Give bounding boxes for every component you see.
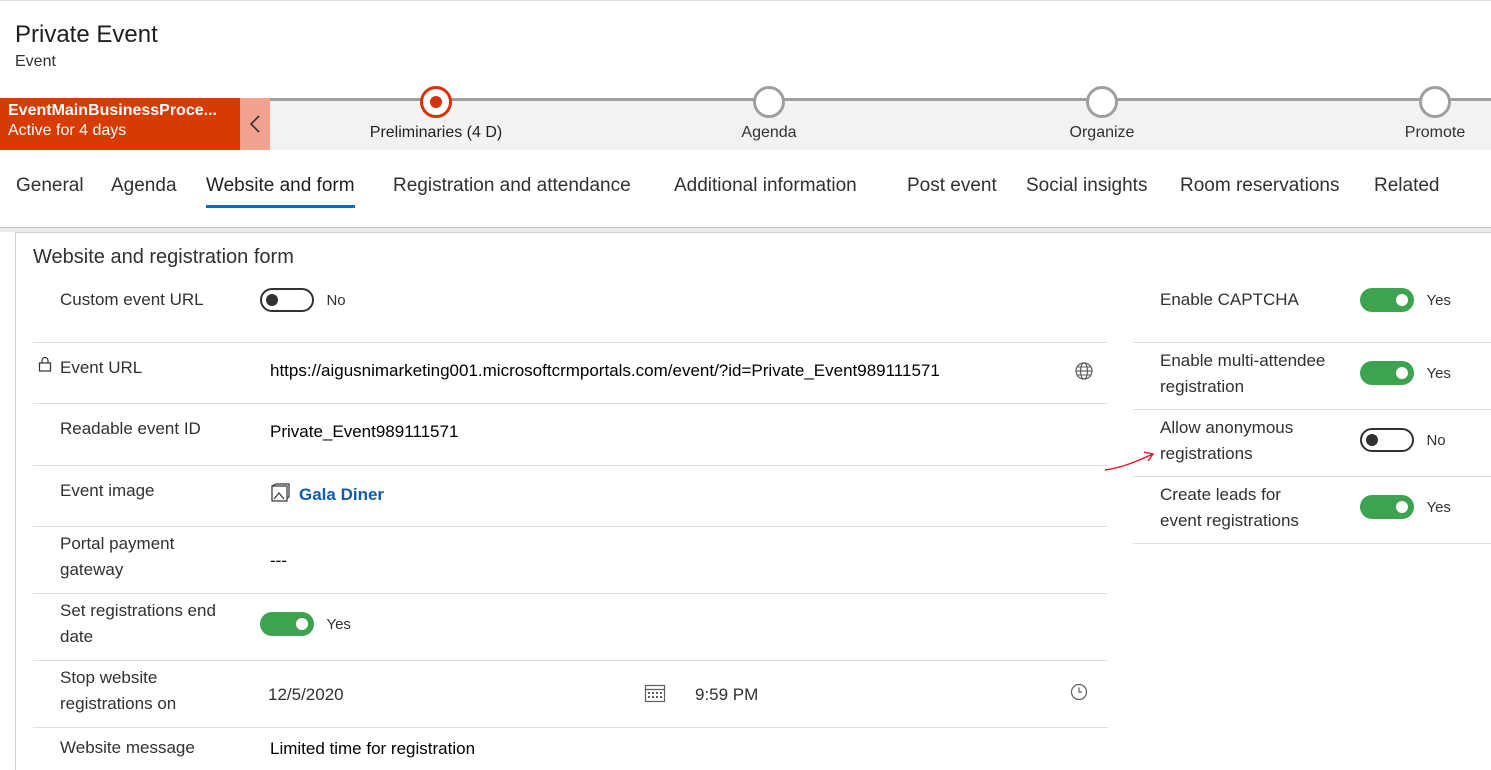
tab-room-reservations[interactable]: Room reservations bbox=[1180, 175, 1339, 205]
record-header: Private Event Event bbox=[0, 0, 1491, 98]
row-stop-website-registrations: Stop website registrations on 12/5/2020 … bbox=[33, 661, 1108, 728]
field-label: Event URL bbox=[60, 358, 143, 377]
toggle-value: Yes bbox=[1426, 364, 1451, 382]
field-label: Set registrations end date bbox=[60, 601, 216, 646]
event-url-value: https://aigusnimarketing001.microsoftcrm… bbox=[270, 361, 940, 380]
tab-related[interactable]: Related bbox=[1374, 175, 1440, 205]
allow-anonymous-toggle[interactable] bbox=[1360, 428, 1414, 452]
enable-captcha-toggle[interactable] bbox=[1360, 288, 1414, 312]
globe-icon[interactable] bbox=[1074, 361, 1094, 386]
create-leads-toggle-wrap: Yes bbox=[1360, 495, 1451, 519]
portal-payment-gateway-value[interactable]: --- bbox=[270, 551, 287, 571]
toggle-value: Yes bbox=[1426, 498, 1451, 516]
row-custom-event-url: Custom event URL No bbox=[33, 278, 1108, 343]
entity-type: Event bbox=[15, 53, 56, 70]
tab-website-and-form[interactable]: Website and form bbox=[206, 175, 355, 208]
lock-icon bbox=[38, 356, 52, 377]
stage-label: Organize bbox=[1069, 124, 1135, 141]
multi-attendee-toggle-wrap: Yes bbox=[1360, 361, 1451, 385]
event-image-link[interactable]: Gala Diner bbox=[299, 485, 384, 505]
row-enable-multi-attendee: Enable multi-attendee registration Yes bbox=[1133, 343, 1491, 410]
row-enable-captcha: Enable CAPTCHA Yes bbox=[1133, 278, 1491, 343]
custom-event-url-toggle[interactable] bbox=[260, 288, 314, 312]
stage-circle-icon bbox=[753, 86, 785, 118]
field-label: Create leads for event registrations bbox=[1160, 485, 1299, 530]
toggle-value: No bbox=[326, 291, 346, 309]
stage-circle-icon bbox=[1419, 86, 1451, 118]
page-title: Private Event bbox=[15, 21, 158, 48]
row-event-image: Event image Gala Diner bbox=[33, 466, 1108, 527]
image-icon bbox=[270, 483, 290, 508]
field-label: Custom event URL bbox=[60, 290, 204, 309]
readable-event-id-value: Private_Event989111571 bbox=[270, 422, 459, 441]
stage-label: Agenda bbox=[741, 124, 797, 141]
field-label: Readable event ID bbox=[60, 419, 201, 438]
stage-preliminaries[interactable]: Preliminaries (4 D) bbox=[336, 86, 536, 142]
stage-promote[interactable]: Promote bbox=[1335, 86, 1491, 142]
create-leads-toggle[interactable] bbox=[1360, 495, 1414, 519]
section-title: Website and registration form bbox=[33, 246, 294, 268]
process-name-flyout[interactable]: EventMainBusinessProce... Active for 4 d… bbox=[0, 98, 240, 150]
business-process-flow: EventMainBusinessProce... Active for 4 d… bbox=[0, 86, 1491, 150]
row-readable-event-id: Readable event ID Private_Event989111571 bbox=[33, 404, 1108, 466]
website-message-value[interactable]: Limited time for registration bbox=[270, 739, 475, 759]
row-website-message: Website message Limited time for registr… bbox=[33, 728, 1108, 770]
toggle-value: No bbox=[1426, 431, 1446, 449]
stop-registration-date-input[interactable]: 12/5/2020 bbox=[268, 685, 344, 705]
field-label: Website message bbox=[60, 738, 195, 757]
form-tabs: General Agenda Website and form Registra… bbox=[0, 150, 1491, 228]
field-label: Stop website registrations on bbox=[60, 668, 177, 713]
chevron-left-icon[interactable] bbox=[240, 98, 270, 150]
set-registrations-end-date-toggle[interactable] bbox=[260, 612, 314, 636]
toggle-value: Yes bbox=[326, 615, 351, 633]
field-label: Enable multi-attendee registration bbox=[1160, 351, 1326, 396]
field-label: Portal payment gateway bbox=[60, 534, 175, 579]
row-allow-anonymous: Allow anonymous registrations No bbox=[1133, 410, 1491, 477]
clock-icon[interactable] bbox=[1070, 683, 1088, 706]
row-event-url: Event URL https://aigusnimarketing001.mi… bbox=[33, 343, 1108, 404]
process-name: EventMainBusinessProce... bbox=[8, 102, 217, 119]
stage-agenda[interactable]: Agenda bbox=[669, 86, 869, 142]
stop-registration-time-input[interactable]: 9:59 PM bbox=[695, 685, 758, 705]
tab-social-insights[interactable]: Social insights bbox=[1026, 175, 1147, 205]
enable-multi-attendee-toggle[interactable] bbox=[1360, 361, 1414, 385]
custom-event-url-toggle-wrap: No bbox=[260, 288, 346, 312]
row-create-leads: Create leads for event registrations Yes bbox=[1133, 477, 1491, 544]
field-label: Enable CAPTCHA bbox=[1160, 290, 1299, 309]
stage-circle-icon bbox=[1086, 86, 1118, 118]
field-label: Allow anonymous registrations bbox=[1160, 418, 1294, 463]
stage-label: Preliminaries (4 D) bbox=[369, 124, 503, 141]
tab-agenda[interactable]: Agenda bbox=[111, 175, 177, 205]
tab-registration-and-attendance[interactable]: Registration and attendance bbox=[393, 175, 631, 205]
toggle-value: Yes bbox=[1426, 291, 1451, 309]
annotation-arrow-icon bbox=[1104, 451, 1155, 471]
process-status: Active for 4 days bbox=[8, 122, 127, 139]
anonymous-toggle-wrap: No bbox=[1360, 428, 1446, 452]
calendar-icon[interactable] bbox=[644, 683, 666, 708]
tab-post-event[interactable]: Post event bbox=[907, 175, 997, 205]
stage-organize[interactable]: Organize bbox=[1002, 86, 1202, 142]
row-portal-payment-gateway: Portal payment gateway --- bbox=[33, 527, 1108, 594]
stage-label: Promote bbox=[1404, 124, 1466, 141]
tab-additional-information[interactable]: Additional information bbox=[674, 175, 857, 205]
captcha-toggle-wrap: Yes bbox=[1360, 288, 1451, 312]
field-label: Event image bbox=[60, 481, 155, 500]
active-stage-icon bbox=[420, 86, 452, 118]
end-date-toggle-wrap: Yes bbox=[260, 612, 351, 636]
tab-general[interactable]: General bbox=[16, 175, 84, 205]
row-set-registrations-end-date: Set registrations end date Yes bbox=[33, 594, 1108, 661]
